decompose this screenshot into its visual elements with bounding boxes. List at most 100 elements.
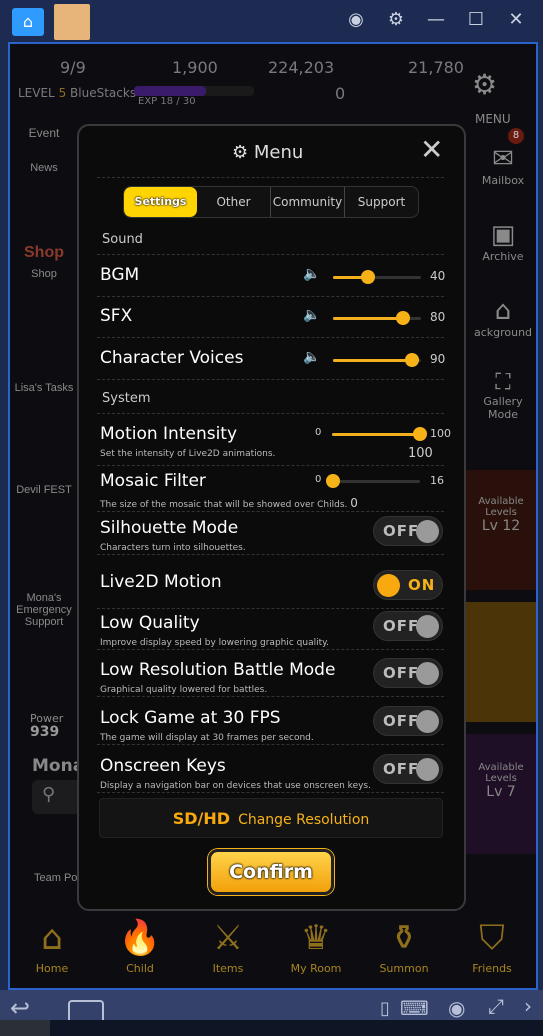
shop-button[interactable]: Shop Shop	[12, 244, 76, 280]
level-label: LEVEL	[18, 86, 55, 100]
low-quality-label: Low Quality	[100, 613, 200, 633]
mailbox-label: Mailbox	[481, 174, 525, 187]
event-banner-1[interactable]: Available Levels Lv 12	[466, 470, 536, 590]
menu-title: ⚙ Menu	[232, 142, 303, 163]
toggle-state: ON	[408, 576, 436, 594]
gallery-label: Gallery Mode	[483, 395, 523, 421]
lock-game-at-30-fps-toggle[interactable]: OFF	[373, 706, 443, 736]
onscreen-keys-toggle[interactable]: OFF	[373, 754, 443, 784]
expand-icon[interactable]: ⤢	[488, 994, 504, 1018]
motion-intensity-desc: Set the intensity of Live2D animations.	[100, 449, 276, 459]
toggle-knob	[416, 662, 439, 685]
live2d-motion-label: Live2D Motion	[100, 572, 222, 592]
tab-support[interactable]: Support	[344, 187, 418, 217]
tab-other[interactable]: Other	[197, 187, 270, 217]
toggle-state: OFF	[383, 522, 420, 540]
character-voices-label: Character Voices	[100, 348, 244, 368]
news-button[interactable]: Event News	[12, 126, 76, 174]
silhouette-mode-toggle[interactable]: OFF	[373, 516, 443, 546]
change-resolution-button[interactable]: SD/HD Change Resolution	[99, 798, 443, 838]
eye-icon[interactable]: ◉	[448, 996, 465, 1020]
nav-child[interactable]: 🔥 Child	[96, 914, 184, 975]
nav-items[interactable]: ⚔ Items	[184, 914, 272, 975]
nav-friends[interactable]: ⛉ Friends	[448, 914, 536, 975]
toggle-state: OFF	[383, 712, 420, 730]
lisa-tasks-button[interactable]: Lisa's Tasks	[12, 382, 76, 394]
menu-label[interactable]: MENU	[475, 112, 511, 126]
low-resolution-battle-mode-toggle[interactable]: OFF	[373, 658, 443, 688]
sfx-label: SFX	[100, 306, 133, 326]
bgm-slider[interactable]	[333, 270, 421, 284]
items-icon: ⚔	[212, 918, 244, 958]
close-icon[interactable]: ✕	[504, 8, 528, 32]
account-icon[interactable]: ◉	[344, 8, 368, 32]
speaker-icon[interactable]: 🔈	[303, 266, 320, 282]
sfx-slider[interactable]	[333, 311, 421, 325]
app-tab-icon[interactable]	[54, 4, 90, 40]
tickets: 0	[335, 84, 346, 103]
toggle-state: OFF	[383, 617, 420, 635]
gear-icon[interactable]: ⚙	[384, 8, 408, 32]
back-icon[interactable]: ↩	[10, 994, 30, 1022]
low-quality-toggle[interactable]: OFF	[373, 611, 443, 641]
menu-tabs: Settings Other Community Support	[123, 186, 419, 218]
speaker-icon[interactable]: 🔈	[303, 307, 320, 323]
android-nav-bar: ↩ ▯ ⌨ ◉ ⤢ ›	[0, 990, 543, 1036]
onscreen-keys-label: Onscreen Keys	[100, 756, 226, 776]
mosaic-filter-slider[interactable]	[326, 474, 420, 488]
sound-section-label: Sound	[102, 232, 143, 247]
taskbar	[0, 1020, 543, 1036]
sd-hd-badge: SD/HD	[172, 809, 231, 828]
phone-icon[interactable]: ▯	[380, 998, 390, 1019]
character-voices-slider[interactable]	[333, 353, 421, 367]
live2d-motion-toggle[interactable]: ON	[373, 570, 443, 600]
search-icon[interactable]: ⚲	[32, 780, 82, 814]
nav-summon[interactable]: ⚱ Summon	[360, 914, 448, 975]
nav-my-room[interactable]: ♛ My Room	[272, 914, 360, 975]
lock-game-at-30-fps-label: Lock Game at 30 FPS	[100, 708, 281, 728]
mailbox-button[interactable]: ✉ Mailbox	[468, 144, 536, 187]
motion-intensity-slider[interactable]	[332, 427, 427, 441]
keyboard-icon[interactable]: ⌨	[400, 996, 429, 1020]
mona-support-button[interactable]: Mona's Emergency Support	[12, 592, 76, 628]
tab-settings[interactable]: Settings	[124, 187, 197, 217]
background-icon: ⌂	[494, 296, 512, 326]
background-label: ackground	[473, 326, 533, 339]
archive-label: Archive	[482, 250, 524, 263]
available-levels: Available Levels	[478, 762, 524, 784]
motion-intensity-value: 100	[408, 446, 433, 461]
toggle-state: OFF	[383, 664, 420, 682]
android-home-icon[interactable]	[68, 1000, 104, 1020]
available-levels: Available Levels	[478, 496, 524, 518]
gold: 224,203	[268, 58, 335, 77]
archive-button[interactable]: ▣ Archive	[468, 220, 536, 263]
event-banner-2[interactable]: Available Levels Lv 7	[466, 734, 536, 854]
crystals: 21,780	[408, 58, 464, 77]
event-logo: Event	[28, 126, 60, 140]
toggle-knob	[416, 710, 439, 733]
nav-label: My Room	[290, 962, 342, 975]
child-icon: 🔥	[118, 918, 162, 958]
shop-label: Shop	[31, 268, 57, 280]
wrench-icon[interactable]: ⚙	[472, 68, 497, 101]
title-bar: ⌂ ◉ ⚙ — ☐ ✕	[0, 0, 543, 40]
tab-community[interactable]: Community	[270, 187, 344, 217]
minimize-icon[interactable]: —	[424, 8, 448, 32]
maximize-icon[interactable]: ☐	[464, 8, 488, 32]
shop-logo: Shop	[24, 244, 64, 261]
gallery-button[interactable]: ⛶ Gallery Mode	[468, 370, 536, 421]
power-value: 939	[30, 724, 60, 740]
story-banner[interactable]	[466, 602, 536, 722]
nav-label: Summon	[379, 962, 429, 975]
nav-label: Child	[126, 962, 154, 975]
speaker-icon[interactable]: 🔈	[303, 349, 320, 365]
confirm-button[interactable]: Confirm	[208, 849, 334, 895]
menu-title-text: Menu	[253, 142, 304, 163]
more-icon[interactable]: ›	[524, 994, 532, 1018]
home-icon[interactable]: ⌂	[12, 8, 44, 36]
background-button[interactable]: ⌂ ackground	[466, 296, 536, 339]
devil-fest-button[interactable]: Devil FEST	[12, 484, 76, 496]
mosaic-filter-desc: The size of the mosaic that will be show…	[100, 500, 348, 510]
nav-home[interactable]: ⌂ Home	[10, 914, 96, 975]
close-menu-button[interactable]: ✕	[420, 133, 443, 166]
